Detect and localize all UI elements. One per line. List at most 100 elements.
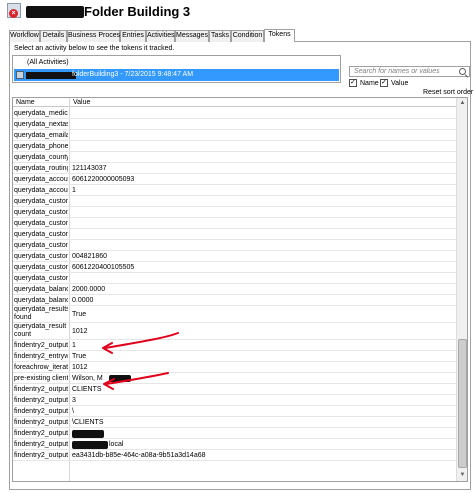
table-row[interactable]: querydata_customdata	[13, 218, 457, 229]
token-name-cell: foreachrow_iteration	[14, 364, 68, 371]
token-value-cell: 6061220000005093	[72, 176, 135, 183]
table-row[interactable]: querydata_customdata	[13, 196, 457, 207]
tab-activities[interactable]: Activities	[146, 30, 175, 42]
token-value-cell: \CLIENTS	[72, 419, 104, 426]
token-value-cell: \	[72, 408, 74, 415]
token-name-cell: querydata_account	[14, 176, 68, 183]
token-name-cell: querydata_medicare	[14, 110, 68, 117]
token-name-cell: pre-existing client	[14, 375, 68, 382]
table-row[interactable]: querydata_customfield 6061220400105505	[13, 262, 457, 273]
table-row[interactable]: querydata_customdata	[13, 229, 457, 240]
activity-icon	[16, 71, 24, 79]
workflow-error-icon: ×	[7, 3, 21, 18]
tab-condition[interactable]: Condition	[231, 30, 264, 42]
activity-name-redaction	[26, 72, 76, 79]
table-row[interactable]: findentry2_outputentry	[13, 428, 457, 439]
token-value-cell: 121143037	[72, 165, 107, 172]
activity-all[interactable]: (All Activities)	[27, 57, 69, 69]
table-row[interactable]: findentry2_outputentry 1	[13, 340, 457, 351]
tab-business-process[interactable]: Business Process	[67, 30, 124, 42]
tab-workflow[interactable]: Workflow	[9, 30, 40, 42]
table-row[interactable]: querydata_phonecell	[13, 141, 457, 152]
token-name-cell: querydata_customdata	[14, 231, 68, 238]
table-row[interactable]: querydata_customfield	[13, 240, 457, 251]
token-value-cell: 1012	[72, 364, 88, 371]
table-row[interactable]: querydata_nextassess	[13, 119, 457, 130]
token-value-cell: 0.0000	[72, 297, 94, 304]
table-row[interactable]: querydata_balancemin 0.0000	[13, 295, 457, 306]
token-name-cell: querydata_balancelevel	[14, 286, 68, 293]
token-value-cell: Wilson, M	[72, 375, 103, 382]
token-name-cell: findentry2_outputentry	[14, 342, 68, 349]
table-row[interactable]: findentry2_outputentry ea3431db-b85e-464c…	[13, 450, 457, 461]
table-row[interactable]: pre-existing client Wilson, M	[13, 373, 457, 384]
token-name-cell: querydata_accounttype	[14, 187, 68, 194]
token-name-cell: querydata_customfield	[14, 264, 68, 271]
value-redaction	[72, 441, 108, 449]
table-row[interactable]: querydata_result count 1012	[13, 323, 457, 340]
token-name-cell: querydata_customfield	[14, 275, 68, 282]
grid-scrollbar[interactable]: ▲ ▼	[456, 98, 467, 481]
table-row[interactable]: querydata_routing 121143037	[13, 163, 457, 174]
token-value-cell: local	[109, 441, 124, 448]
reset-sort-link[interactable]: Reset sort order	[423, 89, 473, 96]
table-row[interactable]: querydata_customdata	[13, 207, 457, 218]
table-row[interactable]: querydata_medicare	[13, 108, 457, 119]
tab-messages[interactable]: Messages	[175, 30, 209, 42]
table-row[interactable]: findentry2_outputentry CLIENTS	[13, 384, 457, 395]
tab-tasks[interactable]: Tasks	[209, 30, 231, 42]
tokens-grid[interactable]: Name Value querydata_medicarequerydata_n…	[12, 97, 468, 482]
token-value-cell: True	[72, 311, 87, 318]
value-filter-label: Value	[391, 80, 409, 87]
token-name-cell: findentry2_outputentry	[14, 452, 68, 459]
activities-list[interactable]: (All Activities) folderBuilding3 - 7/23/…	[12, 55, 341, 83]
token-name-cell: querydata_customfield	[14, 253, 68, 260]
token-name-cell: findentry2_outputentry	[14, 430, 68, 437]
token-search-input[interactable]: Search for names or values	[349, 66, 470, 77]
table-row[interactable]: findentry2_outputentry local	[13, 439, 457, 450]
search-placeholder: Search for names or values	[354, 68, 440, 75]
scroll-thumb[interactable]	[458, 339, 467, 468]
token-value-cell: 1	[72, 342, 76, 349]
table-row[interactable]: querydata_customfield 004821860	[13, 251, 457, 262]
token-name-cell: querydata_county	[14, 154, 68, 161]
token-value-cell: True	[72, 353, 87, 360]
name-filter-label: Name	[360, 80, 379, 87]
token-value-cell: ea3431db-b85e-464c-a08a-9b51a3d14a68	[72, 452, 206, 459]
search-icon[interactable]	[459, 68, 466, 75]
token-name-cell: findentry2_outputentry	[14, 408, 68, 415]
table-row[interactable]: querydata_accounttype 1	[13, 185, 457, 196]
table-row[interactable]: findentry2_outputentry \CLIENTS	[13, 417, 457, 428]
token-name-cell: querydata_balancemin	[14, 297, 68, 304]
table-row[interactable]: querydata_account 6061220000005093	[13, 174, 457, 185]
table-row[interactable]: findentry2_outputentry 3	[13, 395, 457, 406]
table-row[interactable]: querydata_county	[13, 152, 457, 163]
scroll-up-arrow-icon[interactable]: ▲	[458, 99, 467, 108]
token-value-cell: 3	[72, 397, 76, 404]
token-value-cell: 1	[72, 187, 76, 194]
tab-details[interactable]: Details	[40, 30, 67, 42]
tab-tokens[interactable]: Tokens	[264, 29, 295, 43]
token-name-cell: querydata_customdata	[14, 209, 68, 216]
scroll-down-arrow-icon[interactable]: ▼	[458, 471, 467, 480]
table-row[interactable]: querydata_emailaddress	[13, 130, 457, 141]
table-row[interactable]: querydata_customfield	[13, 273, 457, 284]
token-value-cell: 1012	[72, 328, 88, 335]
tab-entries[interactable]: Entries	[120, 30, 146, 42]
token-name-cell: querydata_result count	[14, 323, 67, 338]
token-name-cell: findentry2_entrywasfound	[14, 353, 68, 360]
instructions-text: Select an activity below to see the toke…	[14, 45, 175, 52]
table-row[interactable]: querydata_results found True	[13, 306, 457, 323]
grid-rows: querydata_medicare querydata_nextassessqu…	[13, 98, 457, 481]
table-row[interactable]: querydata_balancelevel 2000.0000	[13, 284, 457, 295]
activity-selected[interactable]: folderBuilding3 - 7/23/2015 9:48:47 AM	[14, 69, 339, 81]
token-name-cell: findentry2_outputentry	[14, 386, 68, 393]
value-filter-checkbox[interactable]: ✓	[380, 79, 388, 87]
table-row[interactable]: foreachrow_iteration 1012	[13, 362, 457, 373]
name-filter-checkbox[interactable]: ✓	[349, 79, 357, 87]
token-name-cell: findentry2_outputentry	[14, 397, 68, 404]
table-row[interactable]: findentry2_entrywasfound True	[13, 351, 457, 362]
table-row[interactable]: findentry2_outputentry \	[13, 406, 457, 417]
token-name-cell: querydata_phonecell	[14, 143, 68, 150]
token-name-cell: querydata_customfield	[14, 242, 68, 249]
